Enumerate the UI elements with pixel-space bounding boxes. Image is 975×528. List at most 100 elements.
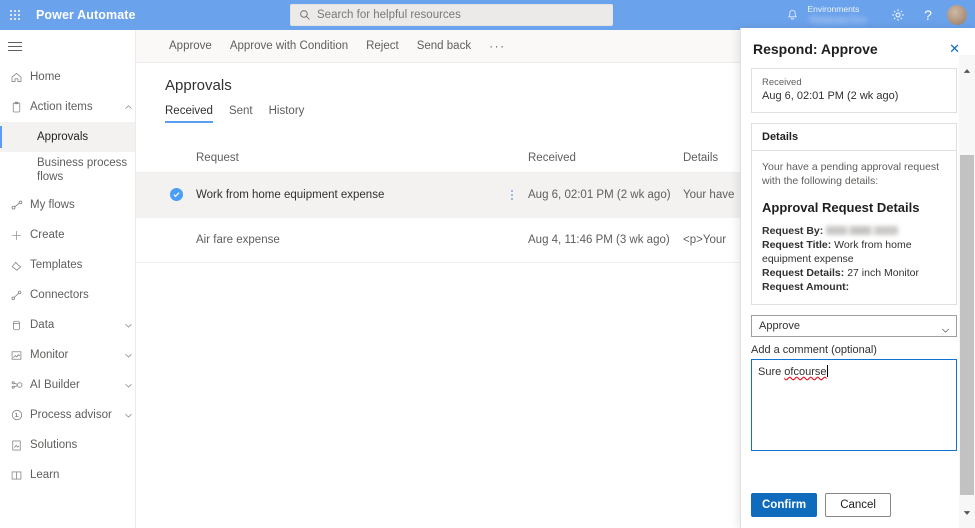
connectors-icon xyxy=(10,289,30,302)
row-select-cell[interactable] xyxy=(136,217,196,263)
request-details-field: Request Details: 27 inch Monitor xyxy=(762,266,946,280)
sidebar-item-my-flows[interactable]: My flows xyxy=(0,190,135,220)
scrollbar-thumb[interactable] xyxy=(960,155,974,495)
check-circle-icon[interactable] xyxy=(170,188,183,201)
sidebar-item-solutions[interactable]: Solutions xyxy=(0,430,135,460)
gear-icon[interactable] xyxy=(883,0,913,30)
sidebar-item-label: Approvals xyxy=(37,131,89,143)
row-received-cell: Aug 6, 02:01 PM (2 wk ago) xyxy=(528,172,683,218)
app-root: Power Automate Search for helpful resour… xyxy=(0,0,975,528)
tab-received[interactable]: Received xyxy=(165,105,213,123)
row-request-title: Air fare expense xyxy=(196,234,280,246)
approval-request-details-heading: Approval Request Details xyxy=(762,200,920,215)
help-icon[interactable]: ? xyxy=(913,0,943,30)
request-amount-label: Request Amount: xyxy=(762,281,850,293)
request-details-label: Request Details: xyxy=(762,267,845,279)
sidebar-item-business-process-flows[interactable]: Business process flows xyxy=(0,152,135,190)
confirm-button[interactable]: Confirm xyxy=(751,493,818,517)
details-card: Details Your have a pending approval req… xyxy=(751,123,957,305)
comment-input[interactable]: Sure ofcourse xyxy=(751,359,957,451)
scroll-up-arrow-icon[interactable] xyxy=(959,63,975,79)
row-received-cell: Aug 4, 11:46 PM (3 wk ago) xyxy=(528,217,683,263)
scroll-down-arrow-icon[interactable] xyxy=(959,505,975,521)
panel-footer: Confirm Cancel xyxy=(741,482,975,528)
more-commands-icon[interactable]: ··· xyxy=(480,30,515,63)
global-search[interactable]: Search for helpful resources xyxy=(290,4,613,26)
sidebar-item-home[interactable]: Home xyxy=(0,62,135,92)
received-label: Received xyxy=(762,77,802,88)
row-request-cell: Air fare expense xyxy=(196,217,496,263)
approve-command[interactable]: Approve xyxy=(160,30,221,63)
row-select-cell[interactable] xyxy=(136,172,196,218)
environment-selector[interactable]: Environments Redacted Env xyxy=(807,3,869,25)
search-placeholder-text: Search for helpful resources xyxy=(317,9,461,21)
sidebar-item-label: Business process flows xyxy=(37,157,128,183)
sidebar-item-label: Process advisor xyxy=(30,409,112,421)
panel-scroll-area: Received Aug 6, 02:01 PM (2 wk ago) Deta… xyxy=(741,68,975,451)
sidebar-item-action-items[interactable]: Action items xyxy=(0,92,135,122)
response-select[interactable]: Approve Reject xyxy=(751,315,957,337)
search-icon xyxy=(300,10,310,20)
respond-approve-panel: Respond: Approve ✕ Received Aug 6, 02:01… xyxy=(740,28,975,528)
details-card-header: Details xyxy=(752,124,956,151)
sidebar-item-approvals[interactable]: Approvals xyxy=(0,122,135,152)
sidebar-item-label: Create xyxy=(30,229,65,241)
hamburger-icon[interactable] xyxy=(8,36,28,56)
sidebar-item-label: Solutions xyxy=(30,439,78,451)
chevron-down-icon[interactable] xyxy=(121,351,135,360)
reject-command[interactable]: Reject xyxy=(357,30,408,63)
environment-name-redacted: Redacted Env xyxy=(807,14,869,25)
chevron-down-icon[interactable] xyxy=(121,411,135,420)
ai-builder-icon xyxy=(10,378,30,392)
chevron-up-icon[interactable] xyxy=(121,103,135,112)
text-caret xyxy=(826,365,828,377)
app-title: Power Automate xyxy=(36,8,136,22)
approve-with-condition-command[interactable]: Approve with Condition xyxy=(221,30,357,63)
tab-history[interactable]: History xyxy=(269,105,305,123)
page-scrollbar[interactable] xyxy=(959,55,975,528)
request-title-field: Request Title: Work from home equipment … xyxy=(762,238,946,266)
details-card-content: Your have a pending approval request wit… xyxy=(752,151,956,304)
sidebar-item-label: Action items xyxy=(30,101,93,113)
bell-icon[interactable] xyxy=(777,0,807,30)
sidebar-item-label: AI Builder xyxy=(30,379,80,391)
response-select-wrap: Approve Reject xyxy=(751,315,957,337)
comment-text-ok: Sure xyxy=(758,366,785,378)
sidebar-item-learn[interactable]: Learn xyxy=(0,460,135,490)
send-back-command[interactable]: Send back xyxy=(408,30,480,63)
request-by-label: Request By: xyxy=(762,225,824,237)
panel-header: Respond: Approve ✕ xyxy=(741,28,975,65)
chevron-down-icon[interactable] xyxy=(121,381,135,390)
sidebar-item-connectors[interactable]: Connectors xyxy=(0,280,135,310)
brand-bar-right: Environments Redacted Env ? xyxy=(777,0,971,30)
sidebar-item-data[interactable]: Data xyxy=(0,310,135,340)
column-header-select xyxy=(136,148,196,173)
sidebar-item-monitor[interactable]: Monitor xyxy=(0,340,135,370)
top-brand-bar: Power Automate Search for helpful resour… xyxy=(0,0,975,30)
sidebar-item-ai-builder[interactable]: AI Builder xyxy=(0,370,135,400)
app-launcher-icon[interactable] xyxy=(0,0,30,30)
panel-title: Respond: Approve xyxy=(753,40,878,57)
user-avatar[interactable] xyxy=(947,5,967,25)
request-title-label: Request Title: xyxy=(762,239,832,251)
request-by-value-redacted xyxy=(826,226,899,235)
column-header-request: Request xyxy=(196,148,496,173)
more-vertical-icon[interactable] xyxy=(496,190,528,200)
panel-body: Received Aug 6, 02:01 PM (2 wk ago) Deta… xyxy=(741,68,975,482)
chevron-down-icon[interactable] xyxy=(121,321,135,330)
environments-label: Environments xyxy=(807,3,860,14)
sidebar-item-create[interactable]: Create xyxy=(0,220,135,250)
solutions-icon xyxy=(10,439,30,452)
sidebar-item-label: Learn xyxy=(30,469,60,481)
row-more-cell[interactable] xyxy=(496,172,528,218)
clipboard-icon xyxy=(10,101,30,114)
tab-sent[interactable]: Sent xyxy=(229,105,253,123)
sidebar-item-process-advisor[interactable]: Process advisor xyxy=(0,400,135,430)
sidebar-item-templates[interactable]: Templates xyxy=(0,250,135,280)
flow-icon xyxy=(10,198,30,212)
cancel-button[interactable]: Cancel xyxy=(825,493,892,517)
row-more-cell[interactable] xyxy=(496,217,528,263)
column-header-received: Received xyxy=(528,148,683,173)
sidebar-item-label: Data xyxy=(30,319,55,331)
request-by-field: Request By: xyxy=(762,224,946,238)
